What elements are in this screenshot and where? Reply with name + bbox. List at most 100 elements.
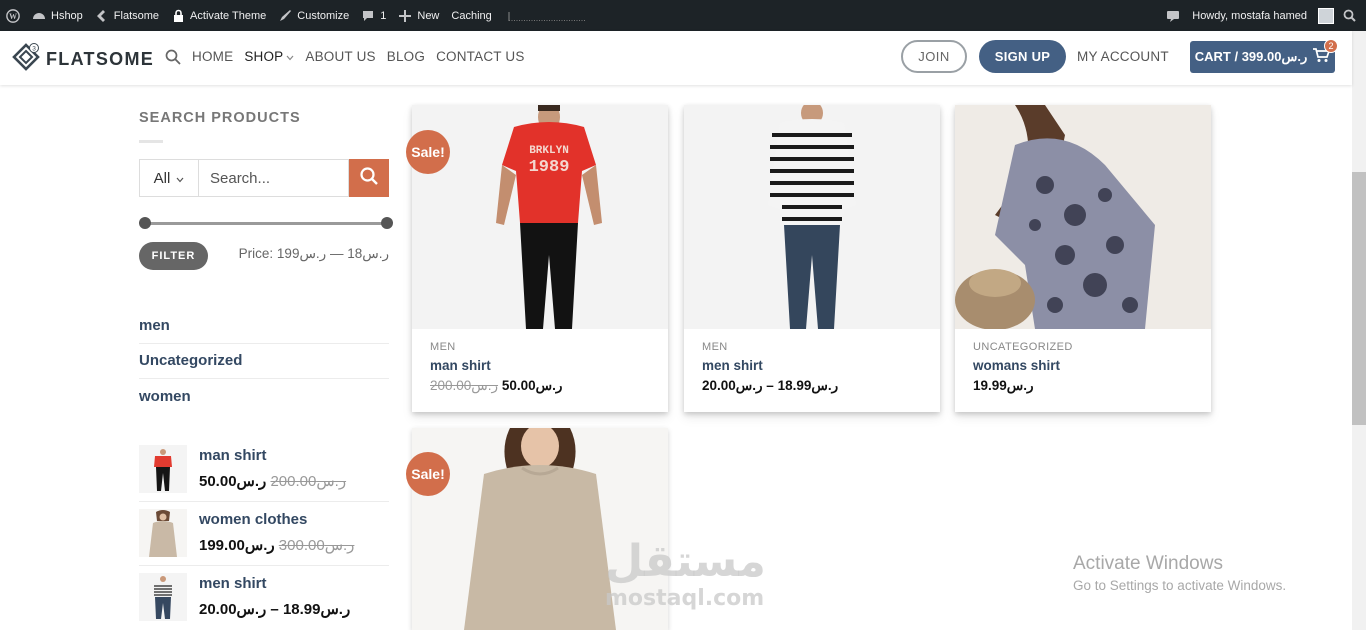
category-item-women[interactable]: women (139, 379, 389, 415)
product-price: ر.س18.99 – ر.س20.00 (199, 601, 351, 618)
svg-text:3: 3 (32, 46, 36, 53)
product-thumbnail[interactable] (139, 445, 187, 493)
header-search-icon[interactable] (165, 49, 181, 70)
scrollbar-thumb[interactable] (1352, 172, 1366, 425)
sidebar-product-list: man shirt ر.س200.00 ر.س50.00 women cloth… (139, 438, 389, 630)
activate-theme-link[interactable]: Activate Theme (165, 0, 272, 31)
product-card[interactable]: MEN men shirt ر.س18.99 – ر.س20.00 (684, 105, 940, 412)
list-item[interactable]: women clothes ر.س300.00 ر.س199.00 (139, 502, 389, 566)
logo-text: FLATSOME (46, 49, 155, 69)
product-thumbnail[interactable] (139, 573, 187, 621)
price-range-label: Price: ر.س18 — ر.س199 (238, 246, 389, 261)
list-item[interactable]: men shirt ر.س18.99 – ر.س20.00 (139, 566, 389, 630)
cart-button[interactable]: CART / ر.س399.00 (1190, 41, 1335, 73)
site-name-link[interactable]: Hshop (26, 0, 89, 31)
admin-search-button[interactable] (1336, 0, 1366, 31)
product-category: MEN (702, 341, 728, 353)
wordpress-logo-button[interactable]: W (0, 0, 26, 31)
product-title[interactable]: womans shirt (973, 358, 1193, 373)
product-name[interactable]: women clothes (199, 511, 307, 528)
sale-badge: Sale! (406, 452, 450, 496)
category-item-uncategorized[interactable]: Uncategorized (139, 344, 389, 379)
signup-button[interactable]: SIGN UP (979, 40, 1066, 73)
plus-icon (398, 9, 412, 23)
product-search-form: All Search... (139, 159, 389, 197)
avatar (1318, 7, 1334, 24)
current-price: ر.س50.00 (501, 378, 563, 393)
product-price: ر.س50.00 ر.س200.00 (430, 378, 650, 394)
product-price: ر.س300.00 ر.س199.00 (199, 536, 354, 554)
product-image[interactable] (684, 105, 940, 329)
theme-link[interactable]: Flatsome (89, 0, 165, 31)
cart-label: CART / ر.س399.00 (1194, 49, 1308, 64)
product-name[interactable]: men shirt (199, 575, 267, 592)
price-slider-max-handle[interactable] (381, 217, 393, 229)
list-item[interactable]: man shirt ر.س200.00 ر.س50.00 (139, 438, 389, 502)
main-nav: HOME SHOP ABOUT US BLOG CONTACT US (192, 49, 525, 64)
product-image[interactable]: BRKLYN 1989 (412, 105, 668, 329)
site-name-label: Hshop (51, 9, 83, 22)
product-thumbnail[interactable] (139, 509, 187, 557)
caching-label: Caching (451, 9, 492, 22)
old-price: ر.س200.00 (270, 473, 347, 490)
product-card[interactable]: UNCATEGORIZED womans shirt ر.س19.99 (955, 105, 1211, 412)
flatsome-logo-icon: 3 (11, 42, 41, 77)
price-slider-track[interactable] (145, 222, 387, 225)
my-account-menu[interactable]: Howdy, mostafa hamed (1186, 0, 1336, 31)
comments-link[interactable]: 1 (355, 0, 392, 31)
title-divider (139, 140, 163, 143)
new-content-link[interactable]: New (392, 0, 445, 31)
product-image[interactable] (955, 105, 1211, 329)
nav-shop-label: SHOP (244, 49, 284, 64)
my-account-link[interactable]: MY ACCOUNT (1077, 49, 1169, 64)
price-slider-min-handle[interactable] (139, 217, 151, 229)
customize-label: Customize (297, 9, 350, 22)
admin-bar: W Hshop Flatsome Activate Theme Customiz… (0, 0, 1366, 31)
caching-link[interactable]: Caching (445, 0, 497, 31)
filter-button[interactable]: FILTER (139, 242, 208, 270)
brush-icon (278, 9, 292, 23)
category-select[interactable]: All (139, 159, 199, 197)
comments-count: 1 (380, 9, 387, 22)
admin-bar-progress (502, 0, 594, 31)
howdy-label: Howdy, mostafa hamed (1192, 9, 1307, 22)
chevron-down-icon (286, 49, 294, 64)
customize-link[interactable]: Customize (272, 0, 355, 31)
svg-text:BRKLYN: BRKLYN (529, 145, 569, 157)
category-list: men Uncategorized women (139, 308, 389, 415)
new-label: New (417, 9, 440, 22)
product-title[interactable]: man shirt (430, 358, 650, 373)
site-logo[interactable]: 3 FLATSOME (11, 42, 154, 77)
old-price: ر.س300.00 (278, 537, 355, 554)
notification-button[interactable] (1160, 0, 1186, 31)
nav-blog[interactable]: BLOG (387, 49, 425, 64)
nav-about-us[interactable]: ABOUT US (305, 49, 375, 64)
search-input[interactable]: Search... (199, 159, 349, 197)
activate-windows-notice: Activate Windows Go to Settings to activ… (1073, 553, 1286, 593)
activate-theme-label: Activate Theme (190, 9, 267, 22)
current-price: ر.س199.00 (199, 537, 275, 554)
sale-badge: Sale! (406, 130, 450, 174)
search-products-title: SEARCH PRODUCTS (139, 110, 301, 126)
cart-count-badge: 2 (1324, 39, 1338, 53)
activate-windows-subtitle: Go to Settings to activate Windows. (1073, 578, 1287, 593)
comment-icon (361, 9, 375, 23)
svg-text:1989: 1989 (529, 158, 570, 177)
join-button[interactable]: JOIN (901, 40, 967, 73)
category-item-men[interactable]: men (139, 308, 389, 344)
product-name[interactable]: man shirt (199, 447, 267, 464)
product-category: UNCATEGORIZED (973, 341, 1073, 353)
product-category: MEN (430, 341, 456, 353)
lock-icon (171, 9, 185, 23)
product-card[interactable]: BRKLYN 1989 MEN man shirt ر.س50.00 ر.س20… (412, 105, 668, 412)
nav-home[interactable]: HOME (192, 49, 233, 64)
current-price: ر.س50.00 (199, 473, 267, 490)
nav-shop[interactable]: SHOP (244, 49, 294, 64)
nav-contact-us[interactable]: CONTACT US (436, 49, 525, 64)
watermark-arabic: مستقل (605, 536, 766, 587)
search-icon (359, 166, 379, 191)
product-info: MEN man shirt ر.س50.00 ر.س200.00 (412, 329, 668, 412)
product-title[interactable]: men shirt (702, 358, 922, 373)
search-submit-button[interactable] (349, 159, 389, 197)
category-select-value: All (153, 169, 171, 187)
